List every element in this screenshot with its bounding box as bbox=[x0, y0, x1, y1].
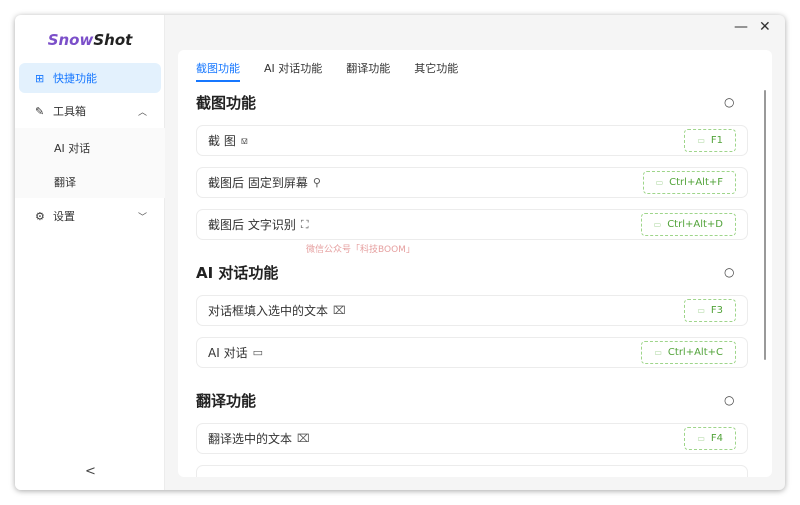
keyboard-icon: ▭ bbox=[654, 348, 662, 357]
feature-icon: ⌧ bbox=[333, 304, 346, 317]
app-window: SnowShot ⊞ 快捷功能 ✎ 工具箱 ︿ AI 对话 翻译 ⚙ 设置 ﹀ < — ✕… bbox=[15, 15, 785, 490]
feature-icon: ⌧ bbox=[297, 432, 310, 445]
logo: SnowShot bbox=[47, 31, 133, 49]
submenu bbox=[15, 128, 165, 198]
shortcut-row: 截图后 文字识别 ⛶ ▭ Ctrl+Alt+D bbox=[196, 209, 748, 240]
shortcut-row bbox=[196, 465, 748, 477]
shortcut-row: 对话框填入选中的文本 ⌧ ▭ F3 bbox=[196, 295, 748, 326]
chevron-down-icon: ﹀ bbox=[137, 212, 147, 223]
feature-icon: ⟏ bbox=[240, 133, 248, 147]
shortcut-row: 截图后 固定到屏幕 ⚲ ▭ Ctrl+Alt+F bbox=[196, 167, 748, 198]
sidebar-item-toolbox[interactable]: ✎ 工具箱 ︿ bbox=[19, 96, 161, 126]
shortcut-key-button[interactable]: ▭ F4 bbox=[684, 427, 736, 450]
keyboard-icon: ▭ bbox=[697, 434, 705, 443]
chevron-up-icon: ︿ bbox=[137, 107, 147, 118]
wrench-icon: ✎ bbox=[35, 104, 45, 118]
tab-bar: 截图功能 AI 对话功能 翻译功能 其它功能 bbox=[196, 60, 458, 82]
content-card: 截图功能 AI 对话功能 翻译功能 其它功能 截图功能 ○ 截 图 ⟏ ▭ F1 截图后 固… bbox=[178, 50, 772, 477]
scrollbar[interactable] bbox=[764, 90, 766, 360]
keyboard-icon: ▭ bbox=[653, 220, 662, 229]
shortcut-key-button[interactable]: ▭ F3 bbox=[684, 299, 736, 322]
shortcut-row: 截 图 ⟏ ▭ F1 bbox=[196, 125, 748, 156]
close-button[interactable]: ✕ bbox=[759, 19, 771, 35]
sidebar: SnowShot ⊞ 快捷功能 ✎ 工具箱 ︿ AI 对话 翻译 ⚙ 设置 ﹀ < bbox=[15, 15, 165, 490]
tab-other[interactable]: 其它功能 bbox=[414, 60, 458, 82]
gear-icon: ⚙ bbox=[35, 209, 45, 223]
sidebar-item-ai-chat[interactable]: AI 对话 bbox=[54, 140, 90, 156]
collapse-sidebar-button[interactable]: < bbox=[85, 464, 96, 479]
watermark: 微信公众号「科技BOOM」 bbox=[306, 245, 415, 255]
shortcut-key-button[interactable]: ▭ Ctrl+Alt+D bbox=[640, 213, 736, 236]
shortcut-key-button[interactable]: ▭ Ctrl+Alt+C bbox=[641, 341, 736, 364]
section-title: 截图功能 bbox=[196, 94, 257, 112]
keyboard-icon: ▭ bbox=[697, 306, 705, 315]
sidebar-item-translate[interactable]: 翻译 bbox=[54, 174, 76, 190]
shortcut-row: AI 对话 ▭ ▭ Ctrl+Alt+C bbox=[196, 337, 748, 368]
shortcut-key-button[interactable]: ▭ Ctrl+Alt+F bbox=[642, 171, 736, 194]
section-title: 翻译功能 bbox=[196, 392, 257, 410]
tab-screenshot[interactable]: 截图功能 bbox=[196, 60, 240, 82]
reset-icon[interactable]: ○ bbox=[724, 95, 734, 109]
section-title: AI 对话功能 bbox=[196, 264, 279, 282]
tab-translate[interactable]: 翻译功能 bbox=[346, 60, 390, 82]
feature-icon: ⛶ bbox=[300, 217, 309, 231]
shortcut-row: 翻译选中的文本 ⌧ ▭ F4 bbox=[196, 423, 748, 454]
feature-icon: ▭ bbox=[252, 346, 263, 359]
reset-icon[interactable]: ○ bbox=[724, 393, 734, 407]
reset-icon[interactable]: ○ bbox=[724, 265, 734, 279]
grid-icon: ⊞ bbox=[35, 71, 45, 85]
sidebar-item-settings[interactable]: ⚙ 设置 ﹀ bbox=[19, 201, 161, 231]
feature-icon: ⚲ bbox=[312, 176, 321, 189]
keyboard-icon: ▭ bbox=[655, 178, 664, 187]
minimize-button[interactable]: — bbox=[734, 19, 748, 35]
sidebar-item-shortcuts[interactable]: ⊞ 快捷功能 bbox=[19, 63, 161, 93]
tab-ai-chat[interactable]: AI 对话功能 bbox=[264, 60, 322, 82]
keyboard-icon: ▭ bbox=[697, 136, 705, 145]
shortcut-key-button[interactable]: ▭ F1 bbox=[684, 129, 736, 152]
